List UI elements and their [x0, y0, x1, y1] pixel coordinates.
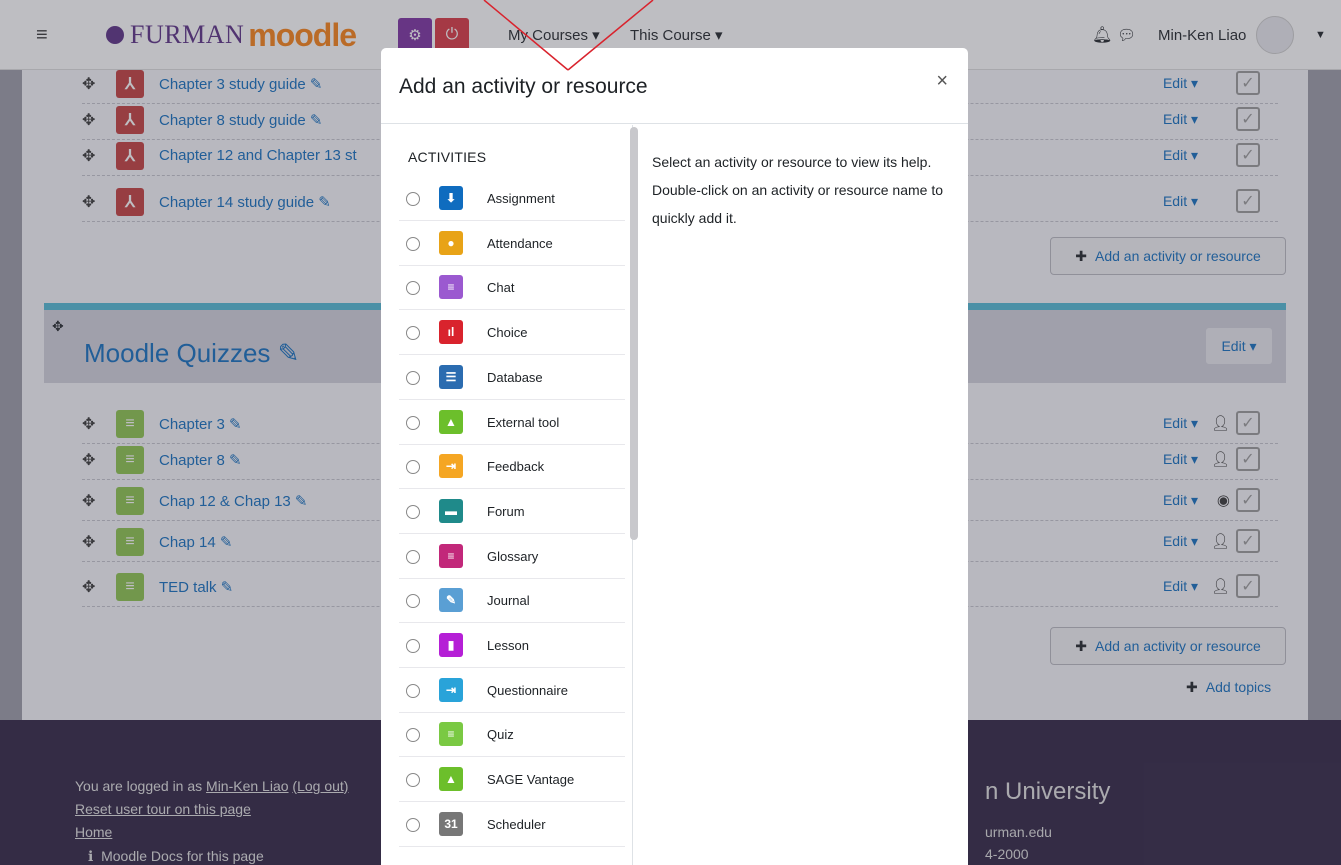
option-radio[interactable] — [406, 773, 420, 788]
option-label: Journal — [487, 593, 530, 609]
option-label: Chat — [487, 280, 515, 296]
option-label: External tool — [487, 414, 560, 430]
modal-header: Add an activity or resource × — [381, 48, 968, 124]
activity-option[interactable]: ▬ Forum — [399, 490, 625, 534]
options-list: ACTIVITIES ⬇ Assignment ● Attendance ≡ Chat ıl… — [381, 125, 638, 865]
activity-option[interactable]: ⬇ Assignment — [399, 177, 625, 221]
option-label: Feedback — [487, 459, 545, 475]
option-radio[interactable] — [406, 192, 420, 206]
add-activity-modal: Add an activity or resource × ACTIVITIES… — [381, 48, 968, 865]
activities-heading: ACTIVITIES — [408, 149, 487, 165]
option-label: SAGE Vantage — [487, 772, 575, 788]
option-label: Attendance — [487, 235, 553, 251]
help-text: Select an activity or resource to view i… — [652, 154, 944, 226]
activity-option[interactable]: 31 Scheduler — [399, 803, 625, 847]
quiz-icon: ≡ — [439, 722, 463, 747]
option-label: Assignment — [487, 191, 555, 206]
option-label: Quiz — [487, 727, 514, 743]
database-icon: ☰ — [439, 364, 463, 389]
activity-option[interactable]: ▮ Lesson — [399, 624, 625, 668]
activity-option[interactable]: ● Attendance — [399, 222, 625, 266]
option-label: Database — [487, 369, 543, 385]
activity-option[interactable]: ▲ External tool — [399, 401, 625, 445]
modal-title: Add an activity or resource — [399, 75, 648, 98]
external-tool-icon: ▲ — [439, 409, 463, 434]
option-radio[interactable] — [406, 728, 420, 743]
activity-option[interactable]: ⇥ Feedback — [399, 445, 625, 490]
option-radio[interactable] — [406, 817, 420, 832]
chat-icon: ≡ — [439, 275, 463, 300]
activity-option[interactable]: ıl Choice — [399, 311, 625, 356]
option-label: Questionnaire — [487, 682, 568, 698]
forum-icon: ▬ — [439, 498, 463, 523]
page: ≡ FURMAN moodle ⚙ ⏻ My Courses ▾ This Co… — [0, 0, 1341, 865]
choice-icon: ıl — [439, 320, 463, 345]
activity-option[interactable]: ✎ Journal — [399, 579, 625, 624]
option-label: Forum — [487, 503, 525, 519]
activity-option[interactable]: ≡ Glossary — [399, 535, 625, 579]
close-icon[interactable]: × — [936, 70, 948, 93]
option-label: Choice — [487, 325, 528, 341]
activity-option[interactable]: ▲ SAGE Vantage — [399, 758, 625, 803]
questionnaire-icon: ⇥ — [439, 677, 463, 702]
option-radio[interactable] — [406, 415, 420, 430]
option-radio[interactable] — [406, 594, 420, 609]
option-radio[interactable] — [406, 236, 420, 251]
option-radio[interactable] — [406, 639, 420, 653]
option-radio[interactable] — [406, 460, 420, 475]
assignment-icon: ⬇ — [439, 186, 463, 210]
option-label: Scheduler — [487, 816, 546, 832]
option-radio[interactable] — [406, 281, 420, 296]
sage-vantage-icon: ▲ — [439, 767, 463, 792]
scheduler-icon: 31 — [439, 811, 463, 836]
attendance-icon: ● — [439, 230, 463, 255]
scrollbar[interactable] — [630, 127, 638, 540]
activity-option[interactable]: ☰ Database — [399, 356, 625, 400]
activity-option[interactable]: ⇥ Questionnaire — [399, 669, 625, 713]
glossary-icon: ≡ — [439, 543, 463, 568]
option-radio[interactable] — [406, 549, 420, 564]
option-radio[interactable] — [406, 683, 420, 698]
option-radio[interactable] — [406, 370, 420, 385]
option-radio[interactable] — [406, 326, 420, 341]
lesson-icon: ▮ — [439, 633, 463, 657]
option-label: Glossary — [487, 548, 539, 564]
feedback-icon: ⇥ — [439, 454, 463, 479]
activity-option[interactable]: ≡ Chat — [399, 266, 625, 311]
option-radio[interactable] — [406, 504, 420, 519]
activity-option[interactable]: ≡ Quiz — [399, 713, 625, 758]
option-label: Lesson — [487, 638, 529, 653]
journal-icon: ✎ — [439, 588, 463, 613]
